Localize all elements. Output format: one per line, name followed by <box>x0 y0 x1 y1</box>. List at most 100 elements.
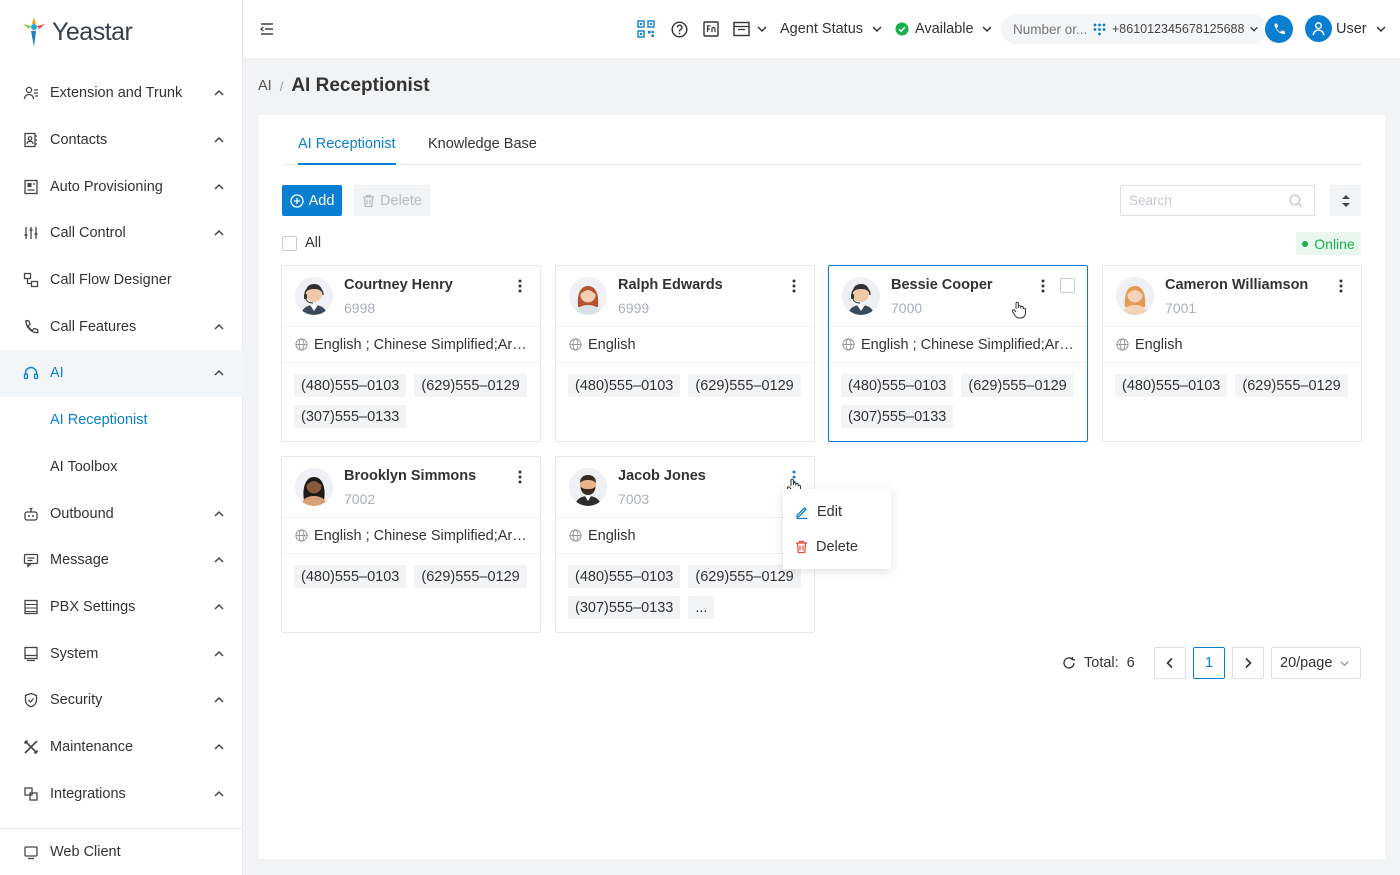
page-number-button[interactable]: 1 <box>1193 647 1225 679</box>
sidebar: Yeastar Extension and Trunk Contacts Aut… <box>0 0 243 875</box>
yeastar-logo-icon <box>23 17 45 47</box>
receptionist-card-selected[interactable]: Bessie Cooper 7000 English ; Chinese Sim… <box>828 265 1088 442</box>
chevron-down-icon[interactable] <box>1249 24 1259 34</box>
receptionist-card[interactable]: Brooklyn Simmons 7002 English ; Chinese … <box>281 456 541 633</box>
chevron-right-icon <box>1245 657 1252 669</box>
sidebar-item-label: AI Receptionist <box>50 412 148 429</box>
sort-button[interactable] <box>1330 185 1361 216</box>
caller-id-number[interactable]: +861012345678125688 <box>1112 22 1244 36</box>
add-button[interactable]: Add <box>282 185 342 216</box>
sidebar-item-label: Extension and Trunk <box>50 85 183 102</box>
brand-name: Yeastar <box>52 17 133 46</box>
sidebar-item-auto-provisioning[interactable]: Auto Provisioning <box>0 163 243 210</box>
sidebar-subitem-ai-receptionist[interactable]: AI Receptionist <box>0 397 243 444</box>
pagination-total: Total: 6 <box>1062 647 1135 679</box>
phone-number-list: (480)555–0103 (629)555–0129 (307)555–013… <box>568 565 808 619</box>
search-input[interactable] <box>1129 193 1289 208</box>
chevron-up-icon <box>214 90 224 96</box>
card-checkbox[interactable] <box>1060 278 1075 293</box>
more-numbers-chip[interactable]: ... <box>688 596 715 619</box>
sidebar-item-pbx-settings[interactable]: PBX Settings <box>0 584 243 631</box>
trash-icon <box>363 194 375 207</box>
refresh-icon[interactable] <box>1062 656 1076 670</box>
breadcrumb-parent[interactable]: AI <box>258 78 272 94</box>
more-options-button[interactable] <box>788 278 800 294</box>
online-dot <box>1302 240 1309 247</box>
receptionist-card[interactable]: Jacob Jones 7003 English (480)555–0103 (… <box>555 456 815 633</box>
sidebar-item-message[interactable]: Message <box>0 537 243 584</box>
edit-menu-item[interactable]: Edit <box>783 494 891 529</box>
dial-number-input[interactable] <box>1013 21 1093 37</box>
call-button[interactable] <box>1265 15 1293 43</box>
sidebar-item-label: AI <box>50 365 64 382</box>
next-page-button[interactable] <box>1232 647 1264 679</box>
user-menu[interactable]: User <box>1336 0 1387 58</box>
window-icon <box>733 21 750 37</box>
more-vertical-icon <box>792 470 796 484</box>
tab-ai-receptionist[interactable]: AI Receptionist <box>298 136 396 165</box>
qr-code-button[interactable] <box>637 0 655 58</box>
sidebar-item-contacts[interactable]: Contacts <box>0 117 243 164</box>
language-row: English ; Chinese Simplified;Arabic <box>282 326 540 363</box>
window-menu[interactable] <box>733 0 768 58</box>
select-all-checkbox[interactable] <box>282 235 297 251</box>
more-options-button[interactable] <box>514 469 526 485</box>
sidebar-item-integrations[interactable]: Integrations <box>0 770 243 817</box>
sidebar-item-call-flow-designer[interactable]: Call Flow Designer <box>0 257 243 304</box>
user-avatar[interactable] <box>1305 15 1332 42</box>
monitor-icon <box>24 646 38 661</box>
yeastar-logo[interactable]: Yeastar <box>20 14 133 50</box>
function-keys-button[interactable] <box>703 0 719 58</box>
male-agent-avatar-icon <box>295 277 333 315</box>
qr-code-icon <box>637 20 655 38</box>
sidebar-item-label: AI Toolbox <box>50 458 118 475</box>
chevron-up-icon <box>214 370 224 376</box>
integrations-icon <box>24 787 38 801</box>
sidebar-item-call-control[interactable]: Call Control <box>0 210 243 257</box>
presence-dropdown[interactable]: Available <box>895 0 993 58</box>
phone-number-chip: (629)555–0129 <box>414 565 527 588</box>
male-agent-avatar-icon <box>842 277 880 315</box>
chevron-up-icon <box>214 136 224 143</box>
sidebar-item-outbound[interactable]: Outbound <box>0 490 243 537</box>
content-panel: AI Receptionist Knowledge Base Add Delet… <box>259 115 1385 859</box>
page-size-select[interactable]: 20/page <box>1271 647 1361 679</box>
sidebar-item-system[interactable]: System <box>0 630 243 677</box>
delete-menu-item[interactable]: Delete <box>783 529 891 564</box>
total-count: 6 <box>1126 655 1135 671</box>
phone-number-chip: (307)555–0133 <box>841 405 954 428</box>
sidebar-item-extension-and-trunk[interactable]: Extension and Trunk <box>0 70 243 117</box>
chevron-left-icon <box>1166 657 1173 669</box>
dialpad-icon[interactable] <box>1093 23 1106 36</box>
breadcrumb-separator: / <box>279 78 284 94</box>
avatar <box>295 468 333 506</box>
search-icon[interactable] <box>1289 194 1303 208</box>
sidebar-item-security[interactable]: Security <box>0 677 243 724</box>
prev-page-button[interactable] <box>1154 647 1186 679</box>
page-size-value: 20/page <box>1280 655 1333 671</box>
page-title: AI Receptionist <box>291 75 430 96</box>
sidebar-item-call-features[interactable]: Call Features <box>0 303 243 350</box>
receptionist-card[interactable]: Ralph Edwards 6999 English (480)555–0103… <box>555 265 815 442</box>
phone-number-chip: (307)555–0133 <box>568 596 681 619</box>
language-row: English <box>1103 326 1361 363</box>
delete-button[interactable]: Delete <box>354 185 430 216</box>
more-options-button-active[interactable] <box>788 469 800 485</box>
web-client-link[interactable]: Web Client <box>0 828 243 875</box>
select-all[interactable]: All <box>282 235 321 251</box>
more-options-button[interactable] <box>1335 278 1347 294</box>
sidebar-item-maintenance[interactable]: Maintenance <box>0 724 243 771</box>
more-options-button[interactable] <box>1037 278 1049 294</box>
agent-status-dropdown[interactable]: Agent Status <box>780 0 883 58</box>
sidebar-subitem-ai-toolbox[interactable]: AI Toolbox <box>0 444 243 491</box>
phone-number-chip: (629)555–0129 <box>688 374 801 397</box>
receptionist-card[interactable]: Cameron Williamson 7001 English (480)555… <box>1102 265 1362 442</box>
chevron-up-icon <box>214 557 224 563</box>
help-button[interactable] <box>671 0 688 58</box>
edit-label: Edit <box>817 503 842 520</box>
more-options-button[interactable] <box>514 278 526 294</box>
sidebar-item-ai[interactable]: AI <box>0 350 243 397</box>
receptionist-card[interactable]: Courtney Henry 6998 English ; Chinese Si… <box>281 265 541 442</box>
tab-knowledge-base[interactable]: Knowledge Base <box>428 136 537 165</box>
collapse-menu-icon[interactable] <box>259 21 275 37</box>
